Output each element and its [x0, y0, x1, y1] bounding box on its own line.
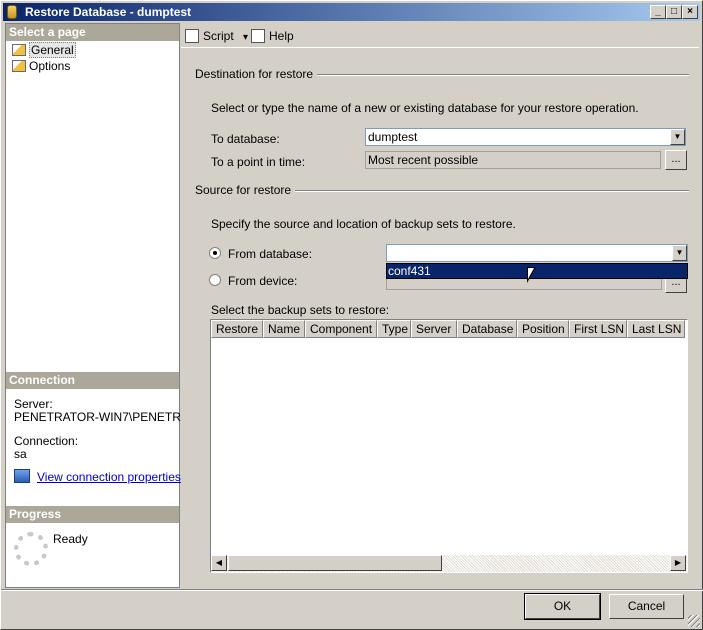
restore-database-window: Restore Database - dumptest _ □ × Select… [0, 0, 703, 630]
point-in-time-field: Most recent possible [365, 151, 661, 169]
help-icon [251, 29, 265, 43]
to-database-label: To database: [211, 132, 280, 146]
chevron-down-icon[interactable]: ▼ [670, 129, 685, 145]
page-settings-icon [12, 44, 26, 56]
point-in-time-value: Most recent possible [368, 153, 479, 167]
point-in-time-label: To a point in time: [211, 155, 306, 169]
column-header-last-lsn[interactable]: Last LSN [627, 320, 685, 338]
window-title: Restore Database - dumptest [25, 5, 192, 19]
destination-group-title: Destination for restore [195, 67, 318, 81]
title-bar[interactable]: Restore Database - dumptest _ □ × [3, 3, 700, 21]
server-label: Server: [14, 397, 53, 411]
grid-header: Restore Name Component Type Server Datab… [211, 320, 685, 338]
progress-spinner-icon [14, 532, 48, 566]
from-device-label: From device: [228, 274, 298, 288]
scrollbar-thumb[interactable] [228, 555, 442, 571]
from-database-label: From database: [228, 247, 313, 261]
source-instruction: Specify the source and location of backu… [211, 217, 516, 231]
to-database-value: dumptest [368, 130, 418, 144]
view-connection-properties-link[interactable]: View connection properties [37, 470, 181, 484]
resize-grip-icon[interactable] [688, 615, 700, 627]
select-page-header: Select a page [6, 24, 179, 41]
server-value: PENETRATOR-WIN7\PENETRA [14, 410, 189, 424]
minimize-button[interactable]: _ [650, 5, 666, 19]
column-header-first-lsn[interactable]: First LSN [569, 320, 627, 338]
connection-label: Connection: [14, 434, 79, 448]
progress-status: Ready [53, 532, 88, 546]
database-dropdown-list: conf431 [386, 263, 688, 279]
script-icon [185, 29, 199, 43]
left-pane: Select a page General Options Connection… [5, 23, 189, 588]
column-header-component[interactable]: Component [305, 320, 377, 338]
connection-header: Connection [6, 372, 179, 389]
column-header-position[interactable]: Position [517, 320, 569, 338]
column-header-server[interactable]: Server [411, 320, 457, 338]
progress-header: Progress [6, 506, 179, 523]
maximize-button[interactable]: □ [666, 5, 682, 19]
horizontal-scrollbar[interactable]: ◀ ▶ [211, 555, 687, 572]
chevron-down-icon[interactable]: ▼ [672, 245, 687, 261]
toolbar-separator [181, 47, 699, 48]
page-item-options[interactable]: Options [12, 58, 70, 74]
database-icon [7, 5, 17, 19]
column-header-restore[interactable]: Restore [211, 320, 263, 338]
script-label: Script [203, 29, 234, 43]
destination-instruction: Select or type the name of a new or exis… [211, 101, 639, 115]
backup-sets-label: Select the backup sets to restore: [211, 303, 390, 317]
right-pane: Script ▾ Help Destination for restore Se… [181, 23, 699, 588]
backup-sets-grid[interactable]: Restore Name Component Type Server Datab… [210, 319, 688, 573]
script-dropdown-arrow-icon[interactable]: ▾ [243, 32, 248, 43]
scroll-left-icon[interactable]: ◀ [211, 555, 227, 571]
connection-properties-icon [14, 469, 30, 483]
dropdown-option[interactable]: conf431 [387, 264, 687, 278]
help-label: Help [269, 29, 294, 43]
from-database-radio[interactable] [209, 247, 221, 259]
help-button[interactable]: Help [251, 27, 294, 45]
scroll-right-icon[interactable]: ▶ [670, 555, 686, 571]
page-item-general[interactable]: General [12, 42, 76, 58]
cancel-button[interactable]: Cancel [609, 594, 684, 619]
from-database-combo[interactable]: ▼ [386, 244, 688, 262]
ok-button[interactable]: OK [524, 593, 601, 620]
page-item-label: Options [29, 59, 71, 73]
page-settings-icon [12, 60, 26, 72]
footer-separator [1, 589, 703, 591]
column-header-type[interactable]: Type [377, 320, 411, 338]
to-database-combo[interactable]: dumptest ▼ [365, 128, 686, 146]
column-header-database[interactable]: Database [457, 320, 517, 338]
mouse-cursor-icon [527, 267, 536, 283]
connection-value: sa [14, 447, 27, 461]
point-in-time-browse-button[interactable]: ... [665, 150, 687, 170]
from-device-radio[interactable] [209, 274, 221, 286]
script-button[interactable]: Script ▾ [185, 27, 248, 45]
source-group-title: Source for restore [195, 183, 296, 197]
column-header-name[interactable]: Name [263, 320, 305, 338]
page-item-label: General [29, 42, 76, 58]
close-button[interactable]: × [682, 5, 698, 19]
